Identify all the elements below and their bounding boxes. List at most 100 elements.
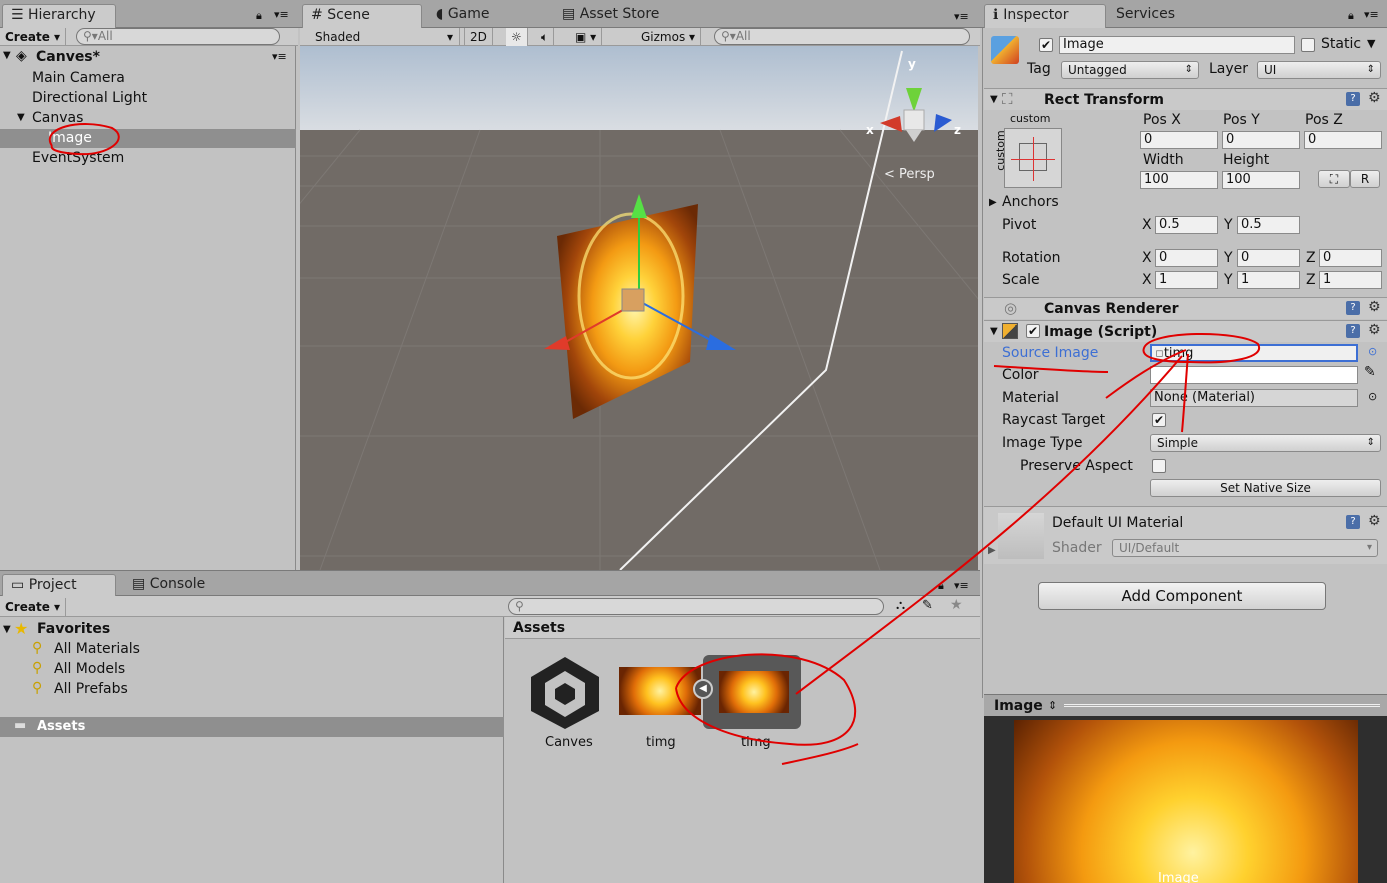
- project-search-input[interactable]: ⚲: [508, 598, 884, 615]
- favorites-label[interactable]: Favorites: [37, 621, 110, 637]
- layer-dropdown[interactable]: UI ⇕: [1257, 61, 1381, 79]
- hierarchy-item-canvas[interactable]: Canvas: [32, 110, 83, 126]
- anchor-presets-button[interactable]: [1004, 128, 1062, 188]
- canvas-renderer-header[interactable]: ◎ Canvas Renderer ? ⚙: [984, 297, 1387, 319]
- assets-breadcrumb[interactable]: Assets: [513, 620, 565, 636]
- material-foldout-icon[interactable]: ▶: [988, 545, 996, 556]
- object-picker-icon[interactable]: ⊙: [1368, 345, 1377, 358]
- preserve-aspect-checkbox[interactable]: [1152, 459, 1166, 473]
- tab-asset-store[interactable]: ▤ Asset Store: [554, 4, 684, 28]
- audio-toggle-icon[interactable]: 🔈︎: [536, 28, 555, 47]
- anchors-foldout-icon[interactable]: ▶: [989, 197, 997, 208]
- help-icon[interactable]: ?: [1346, 515, 1360, 529]
- favorite-star-icon[interactable]: ★: [950, 597, 963, 613]
- tab-hierarchy[interactable]: ☰ Hierarchy: [2, 4, 116, 28]
- foldout-icon[interactable]: ▼: [990, 326, 998, 337]
- raycast-target-checkbox[interactable]: ✔: [1152, 413, 1166, 427]
- rotation-z-field[interactable]: 0: [1319, 249, 1382, 267]
- gear-icon[interactable]: ⚙: [1368, 322, 1381, 338]
- filter-by-type-icon[interactable]: ⛬: [896, 598, 905, 613]
- project-create-button[interactable]: Create ▾: [0, 598, 67, 616]
- lock-icon[interactable]: 🔒︎: [1348, 9, 1354, 23]
- object-name-field[interactable]: Image: [1059, 36, 1295, 54]
- image-script-header[interactable]: ▼ ✔ Image (Script) ? ⚙: [984, 320, 1387, 342]
- hierarchy-search-input[interactable]: ⚲▾All: [76, 28, 280, 45]
- tab-game[interactable]: ◖ Game: [428, 4, 538, 28]
- help-icon[interactable]: ?: [1346, 92, 1360, 106]
- persp-label[interactable]: < Persp: [884, 167, 935, 182]
- material-field[interactable]: None (Material): [1150, 389, 1358, 407]
- tag-dropdown[interactable]: Untagged ⇕: [1061, 61, 1199, 79]
- scene-menu-icon[interactable]: ▾≡: [272, 50, 287, 63]
- rect-pivot[interactable]: [621, 288, 645, 312]
- favorite-all-models[interactable]: All Models: [54, 661, 125, 677]
- help-icon[interactable]: ?: [1346, 301, 1360, 315]
- hierarchy-item-eventsystem[interactable]: EventSystem: [32, 150, 124, 166]
- sprite-expand-icon[interactable]: ◀: [693, 679, 713, 699]
- scale-y-field[interactable]: 1: [1237, 271, 1300, 289]
- scene-viewport[interactable]: y x z < Persp: [300, 46, 978, 570]
- hierarchy-scene-name[interactable]: Canves*: [36, 49, 100, 65]
- tab-scene[interactable]: # Scene: [302, 4, 422, 28]
- effects-toggle-icon[interactable]: ▣ ▾: [570, 28, 603, 46]
- asset-canves[interactable]: Canves: [521, 653, 609, 753]
- posx-field[interactable]: 0: [1140, 131, 1218, 149]
- tab-services[interactable]: Services: [1108, 4, 1208, 28]
- anchors-label[interactable]: Anchors: [1002, 194, 1059, 210]
- blueprint-mode-button[interactable]: ⛶: [1318, 170, 1350, 188]
- scale-x-field[interactable]: 1: [1155, 271, 1218, 289]
- lock-icon[interactable]: 🔒︎: [256, 9, 262, 23]
- foldout-icon[interactable]: ▼: [990, 94, 998, 105]
- raw-edit-button[interactable]: R: [1350, 170, 1380, 188]
- favorite-all-materials[interactable]: All Materials: [54, 641, 140, 657]
- filter-by-label-icon[interactable]: ✎: [922, 598, 933, 613]
- scene-menu-icon[interactable]: ▾≡: [954, 10, 969, 23]
- scene-search-input[interactable]: ⚲▾All: [714, 28, 970, 45]
- active-checkbox[interactable]: ✔: [1039, 38, 1053, 52]
- static-checkbox[interactable]: [1301, 38, 1315, 52]
- menu-icon[interactable]: ▾≡: [954, 579, 969, 592]
- height-field[interactable]: 100: [1222, 171, 1300, 189]
- favorites-foldout-icon[interactable]: ▼: [3, 624, 11, 635]
- image-enabled-checkbox[interactable]: ✔: [1026, 324, 1040, 338]
- gizmos-dropdown[interactable]: Gizmos ▾: [636, 28, 702, 46]
- canvas-foldout-icon[interactable]: ▼: [17, 112, 25, 123]
- source-image-field[interactable]: ▫timg: [1150, 344, 1358, 362]
- tab-project[interactable]: ▭ Project: [2, 574, 116, 597]
- menu-icon[interactable]: ▾≡: [1364, 8, 1379, 21]
- hierarchy-create-button[interactable]: Create ▾: [0, 28, 67, 46]
- assets-folder-selection[interactable]: ▬ Assets: [0, 717, 504, 737]
- object-picker-icon[interactable]: ⊙: [1368, 390, 1377, 403]
- tab-console[interactable]: ▤ Console: [124, 574, 234, 598]
- gear-icon[interactable]: ⚙: [1368, 299, 1381, 315]
- rotation-x-field[interactable]: 0: [1155, 249, 1218, 267]
- menu-icon[interactable]: ▾≡: [274, 8, 289, 21]
- eyedropper-icon[interactable]: ✎: [1364, 364, 1376, 380]
- preview-header[interactable]: Image ⇕: [984, 694, 1387, 716]
- hierarchy-item-main-camera[interactable]: Main Camera: [32, 70, 125, 86]
- 2d-toggle-button[interactable]: 2D: [464, 28, 493, 46]
- tab-inspector[interactable]: ℹ Inspector: [984, 4, 1106, 28]
- pivot-y-field[interactable]: 0.5: [1237, 216, 1300, 234]
- posz-field[interactable]: 0: [1304, 131, 1382, 149]
- gear-icon[interactable]: ⚙: [1368, 513, 1381, 529]
- width-field[interactable]: 100: [1140, 171, 1218, 189]
- help-icon[interactable]: ?: [1346, 324, 1360, 338]
- shading-mode-dropdown[interactable]: Shaded ▾: [310, 28, 460, 46]
- rect-transform-header[interactable]: ▼ ⛶ Rect Transform ? ⚙: [984, 88, 1387, 110]
- posy-field[interactable]: 0: [1222, 131, 1300, 149]
- color-field[interactable]: [1150, 366, 1358, 384]
- scale-z-field[interactable]: 1: [1319, 271, 1382, 289]
- scene-foldout-icon[interactable]: ▼: [3, 50, 11, 61]
- set-native-size-button[interactable]: Set Native Size: [1150, 479, 1381, 497]
- add-component-button[interactable]: Add Component: [1038, 582, 1326, 610]
- rotation-y-field[interactable]: 0: [1237, 249, 1300, 267]
- favorite-all-prefabs[interactable]: All Prefabs: [54, 681, 128, 697]
- hierarchy-item-directional-light[interactable]: Directional Light: [32, 90, 147, 106]
- lighting-toggle-icon[interactable]: ☼: [506, 28, 528, 46]
- asset-timg-texture[interactable]: timg: [619, 667, 703, 757]
- asset-timg-sprite[interactable]: ◀: [693, 655, 801, 729]
- static-dropdown-icon[interactable]: ▼: [1367, 37, 1375, 50]
- pivot-x-field[interactable]: 0.5: [1155, 216, 1218, 234]
- hierarchy-item-image[interactable]: Image: [48, 130, 92, 146]
